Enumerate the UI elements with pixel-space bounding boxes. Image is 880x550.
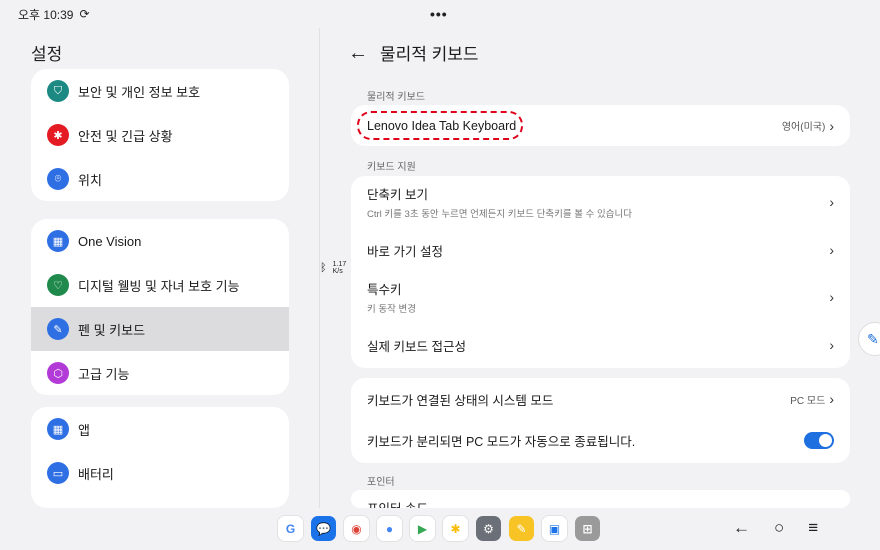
row-subtitle: Ctrl 키를 3초 동안 누르면 언제든지 키보드 단축키를 볼 수 있습니다 [367,209,632,220]
sidebar-item-label: One Vision [78,233,142,249]
sidebar-item-wellbeing[interactable]: ♡ 디지털 웰빙 및 자녀 보호 기능 [31,263,289,307]
sidebar-item-label: 안전 및 긴급 상황 [78,128,173,144]
sidebar-item-label: 고급 기능 [78,366,130,382]
sidebar-item-advanced[interactable]: ⬡ 고급 기능 [31,351,289,395]
section-label-pointer: 포인터 [367,477,395,488]
settings-sidebar: 설정 ⛉ 보안 및 개인 정보 보호 ✱ 안전 및 긴급 상황 ⌾ 위치 ▦ O… [0,28,319,508]
system-mode-value: PC 모드 [790,395,826,407]
row-text: 바로 가기 설정 [367,241,829,260]
sidebar-group-3: ▦ 앱 ▭ 배터리 [31,407,289,508]
chevron-right-icon: › [829,242,834,258]
header: ← 물리적 키보드 [348,40,479,65]
nav-recents-icon[interactable]: ≡ [808,518,818,538]
sidebar-item-pen-keyboard[interactable]: ✎ 펜 및 키보드 [31,307,289,351]
gallery-icon[interactable]: ▣ [542,516,567,541]
app-dock: G 💬 ◉ ● ▶ ✱ ⚙ ✎ ▣ ⊞ [278,516,600,541]
row-text: 키보드가 연결된 상태의 시스템 모드 [367,390,790,409]
row-text: 키보드가 분리되면 PC 모드가 자동으로 종료됩니다. [367,431,804,450]
sidebar-title: 설정 [31,45,63,64]
row-title: 키보드가 연결된 상태의 시스템 모드 [367,393,554,408]
row-special-keys[interactable]: 특수키 키 동작 변경 › [351,272,850,322]
row-title: 키보드가 분리되면 PC 모드가 자동으로 종료됩니다. [367,434,636,449]
sidebar-item-label: 위치 [78,172,102,188]
battery-icon: ▭ [47,462,69,484]
page-title: 물리적 키보드 [380,45,479,64]
photos-icon[interactable]: ✱ [443,516,468,541]
sidebar-item-battery[interactable]: ▭ 배터리 [31,451,289,495]
sidebar-item-label: 디지털 웰빙 및 자녀 보호 기능 [78,278,240,294]
chevron-right-icon: › [829,194,834,210]
nav-back-icon[interactable]: ← [733,518,750,538]
messages-icon[interactable]: 💬 [311,516,336,541]
chevron-right-icon: › [829,117,834,134]
row-text: 특수키 키 동작 변경 [367,279,829,315]
row-title: 특수키 [367,283,402,297]
row-title: 단축키 보기 [367,188,428,202]
settings-icon[interactable]: ⚙ [476,516,501,541]
google-icon[interactable]: G [278,516,303,541]
notes-icon[interactable]: ✎ [509,516,534,541]
location-pin-icon: ⌾ [47,168,69,190]
row-subtitle: 키 동작 변경 [367,304,416,315]
apps-grid-icon: ▦ [47,418,69,440]
sidebar-item-label: 보안 및 개인 정보 보호 [78,84,201,100]
status-bar: 오후 10:39 ⟳ ••• ᛒ 1.17 K/s ≋ 88 [0,0,880,275]
row-title: 실제 키보드 접근성 [367,339,466,354]
row-title: 바로 가기 설정 [367,244,443,259]
row-system-mode[interactable]: 키보드가 연결된 상태의 시스템 모드 PC 모드 › [351,378,850,420]
shield-icon: ⛉ [47,80,69,102]
one-vision-icon: ▦ [47,230,69,252]
row-title: 포인터 속도 [367,498,428,508]
row-shortcut-settings[interactable]: 바로 가기 설정 › [351,228,850,272]
row-text: 실제 키보드 접근성 [367,336,829,355]
window-menu-dots[interactable]: ••• [430,6,448,22]
section-label-support: 키보드 지원 [367,162,416,173]
sidebar-group-1: ⛉ 보안 및 개인 정보 보호 ✱ 안전 및 긴급 상황 ⌾ 위치 [31,69,289,201]
taskbar: G 💬 ◉ ● ▶ ✱ ⚙ ✎ ▣ ⊞ ← ○ ≡ [0,508,880,550]
sidebar-group-2: ▦ One Vision ♡ 디지털 웰빙 및 자녀 보호 기능 ✎ 펜 및 키… [31,219,289,395]
highlight-outline [357,111,523,140]
pen-icon: ✎ [47,318,69,340]
sidebar-item-security[interactable]: ⛉ 보안 및 개인 정보 보호 [31,69,289,113]
chevron-right-icon: › [829,337,834,353]
sidebar-item-label: 배터리 [78,466,114,482]
detail-pane: ← 물리적 키보드 물리적 키보드 Lenovo Idea Tab Keyboa… [320,28,880,508]
sync-icon: ⟳ [79,7,90,21]
assistant-icon[interactable]: ● [377,516,402,541]
sidebar-item-label: 펜 및 키보드 [78,322,146,338]
chevron-right-icon: › [829,391,834,407]
chevron-right-icon: › [829,289,834,305]
keyboard-card: Lenovo Idea Tab Keyboard 영어(미국) › [351,105,850,146]
row-text: 단축키 보기 Ctrl 키를 3초 동안 누르면 언제든지 키보드 단축키를 볼… [367,184,829,220]
support-card: 단축키 보기 Ctrl 키를 3초 동안 누르면 언제든지 키보드 단축키를 볼… [351,176,850,368]
app-library-icon[interactable]: ⊞ [575,516,600,541]
sidebar-item-safety[interactable]: ✱ 안전 및 긴급 상황 [31,113,289,157]
chrome-icon[interactable]: ◉ [344,516,369,541]
status-time: 오후 10:39 [18,7,74,22]
keyboard-row[interactable]: Lenovo Idea Tab Keyboard 영어(미국) › [351,105,850,146]
system-mode-card: 키보드가 연결된 상태의 시스템 모드 PC 모드 › 키보드가 분리되면 PC… [351,378,850,463]
sidebar-item-label: 앱 [78,422,90,438]
row-pointer-speed[interactable]: 포인터 속도 [351,490,850,508]
keyboard-layout: 영어(미국) [781,122,826,133]
pointer-card: 포인터 속도 [351,490,850,508]
section-label-physical: 물리적 키보드 [367,92,425,103]
asterisk-icon: ✱ [47,124,69,146]
advanced-features-icon: ⬡ [47,362,69,384]
play-store-icon[interactable]: ▶ [410,516,435,541]
nav-home-icon[interactable]: ○ [774,518,784,538]
sidebar-item-apps[interactable]: ▦ 앱 [31,407,289,451]
auto-exit-toggle[interactable] [804,431,834,449]
row-auto-exit-pc-mode: 키보드가 분리되면 PC 모드가 자동으로 종료됩니다. [351,420,850,460]
row-accessibility[interactable]: 실제 키보드 접근성 › [351,322,850,368]
back-arrow-icon[interactable]: ← [348,43,368,63]
nav-buttons: ← ○ ≡ [733,518,818,538]
sidebar-item-one-vision[interactable]: ▦ One Vision [31,219,289,263]
status-time-group: 오후 10:39 ⟳ [18,6,90,23]
sidebar-item-location[interactable]: ⌾ 위치 [31,157,289,201]
row-shortcut-view[interactable]: 단축키 보기 Ctrl 키를 3초 동안 누르면 언제든지 키보드 단축키를 볼… [351,176,850,228]
wellbeing-icon: ♡ [47,274,69,296]
